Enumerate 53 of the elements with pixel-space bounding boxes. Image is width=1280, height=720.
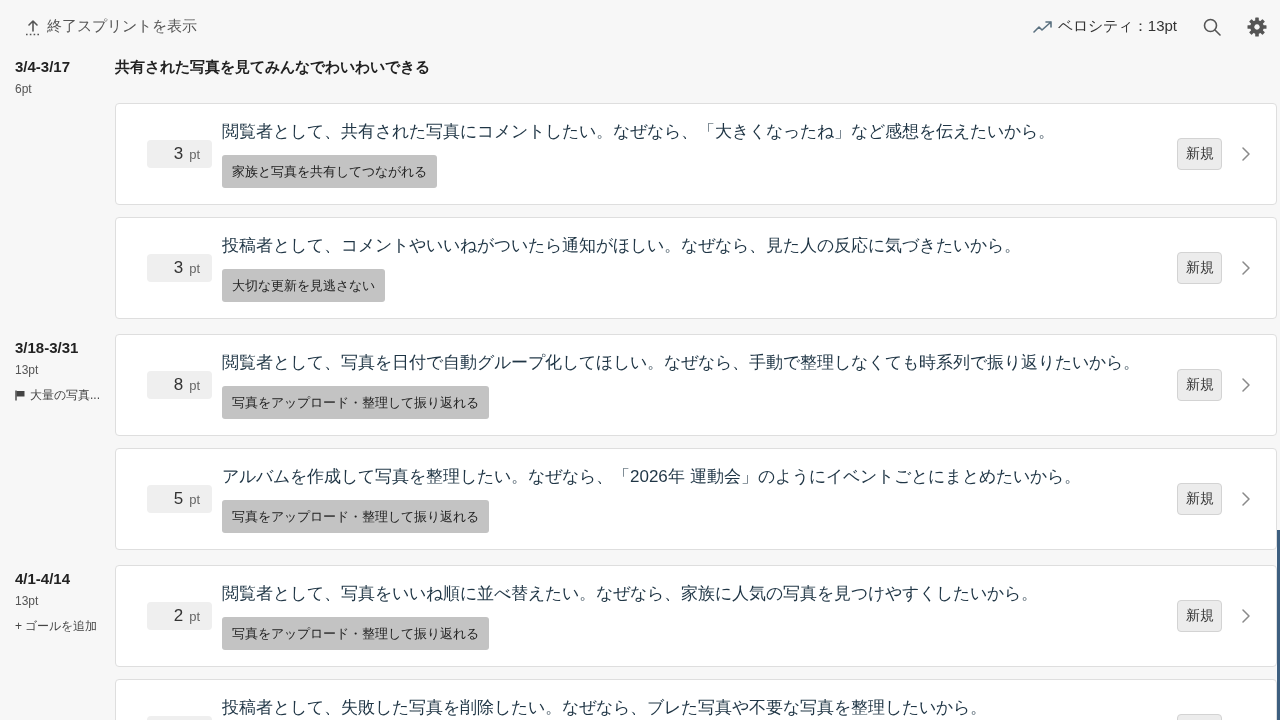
chevron-right-icon: [1242, 147, 1250, 161]
epic-tag: 写真をアップロード・整理して振り返れる: [222, 617, 489, 650]
story-title: 閲覧者として、写真を日付で自動グループ化してほしい。なぜなら、手動で整理しなくても時系列で振り返りたいから。: [222, 352, 1140, 374]
story-card[interactable]: 3 pt 閲覧者として、共有された写真にコメントしたい。なぜなら、「大きくなったね」など感想を伝えたいから。 家族と写真を共有してつながれる 新規: [115, 103, 1277, 205]
points-value: 3: [173, 144, 184, 164]
search-icon[interactable]: [1203, 17, 1221, 36]
story-title: 投稿者として、コメントやいいねがついたら通知がほしい。なぜなら、見た人の反応に気づきたいから。: [222, 235, 1021, 257]
story-card[interactable]: 3 pt 投稿者として、コメントやいいねがついたら通知がほしい。なぜなら、見た人の反応に気づきたいから。 大切な更新を見逃さない 新規: [115, 217, 1277, 319]
story-card[interactable]: 8 pt 閲覧者として、写真を日付で自動グループ化してほしい。なぜなら、手動で整理しなくても時系列で振り返りたいから。 写真をアップロード・整理して振り返れる 新規: [115, 334, 1277, 436]
points-unit: pt: [189, 608, 200, 624]
velocity-label: ベロシティ：13pt: [1057, 17, 1177, 36]
sprint-goal-title: 共有された写真を見てみんなでわいわいできる: [115, 57, 431, 77]
points-unit: pt: [189, 377, 200, 393]
story-card[interactable]: 投稿者として、失敗した写真を削除したい。なぜなら、ブレた写真や不要な写真を整理したいから。: [115, 679, 1277, 720]
sprint-points: 6pt: [15, 81, 32, 98]
epic-tag: 家族と写真を共有してつながれる: [222, 155, 437, 188]
chevron-right-icon: [1242, 378, 1250, 392]
points-unit: pt: [189, 146, 200, 162]
epic-tag: 写真をアップロード・整理して振り返れる: [222, 500, 489, 533]
points-unit: pt: [189, 491, 200, 507]
show-finished-sprints-button[interactable]: 終了スプリントを表示: [24, 17, 197, 36]
chevron-right-icon: [1242, 492, 1250, 506]
story-card[interactable]: 5 pt アルバムを作成して写真を整理したい。なぜなら、「2026年 運動会」のようにイベントごとにまとめたいから。 写真をアップロード・整理して振り返れる 新規: [115, 448, 1277, 550]
flag-icon: [15, 389, 25, 401]
points-value: 2: [173, 606, 184, 626]
chevron-right-icon: [1242, 261, 1250, 275]
epic-tag: 大切な更新を見逃さない: [222, 269, 385, 302]
upload-icon: [24, 17, 42, 36]
sprint-dates: 3/18-3/31: [15, 338, 79, 358]
story-title: 投稿者として、失敗した写真を削除したい。なぜなら、ブレた写真や不要な写真を整理したいから。: [222, 697, 987, 719]
story-card[interactable]: 2 pt 閲覧者として、写真をいいね順に並べ替えたい。なぜなら、家族に人気の写真を見つけやすくしたいから。 写真をアップロード・整理して振り返れる 新規: [115, 565, 1277, 667]
status-button[interactable]: 新規: [1177, 483, 1222, 515]
trend-icon: [1032, 20, 1053, 33]
sprint-goal: 大量の写真...: [30, 387, 100, 404]
points-value: 3: [173, 258, 184, 278]
status-button[interactable]: 新規: [1177, 369, 1222, 401]
chevron-right-icon: [1242, 609, 1250, 623]
status-button[interactable]: 新規: [1177, 252, 1222, 284]
sprint-points: 13pt: [15, 593, 39, 610]
status-button[interactable]: 新規: [1177, 600, 1222, 632]
points-value: 5: [173, 489, 184, 509]
add-goal-link[interactable]: + ゴールを追加: [15, 617, 98, 635]
status-button[interactable]: 新規: [1177, 138, 1222, 170]
epic-tag: 写真をアップロード・整理して振り返れる: [222, 386, 489, 419]
sprint-points: 13pt: [15, 362, 39, 379]
sprint-dates: 4/1-4/14: [15, 569, 71, 589]
story-title: 閲覧者として、写真をいいね順に並べ替えたい。なぜなら、家族に人気の写真を見つけやすくしたいから。: [222, 583, 1038, 605]
points-unit: pt: [189, 260, 200, 276]
points-value: 8: [173, 375, 184, 395]
story-title: 閲覧者として、共有された写真にコメントしたい。なぜなら、「大きくなったね」など感想を伝えたいから。: [222, 121, 1055, 143]
sprint-dates: 3/4-3/17: [15, 57, 71, 77]
story-title: アルバムを作成して写真を整理したい。なぜなら、「2026年 運動会」のようにイベントごとにまとめたいから。: [222, 466, 1081, 488]
settings-icon[interactable]: [1247, 16, 1267, 37]
